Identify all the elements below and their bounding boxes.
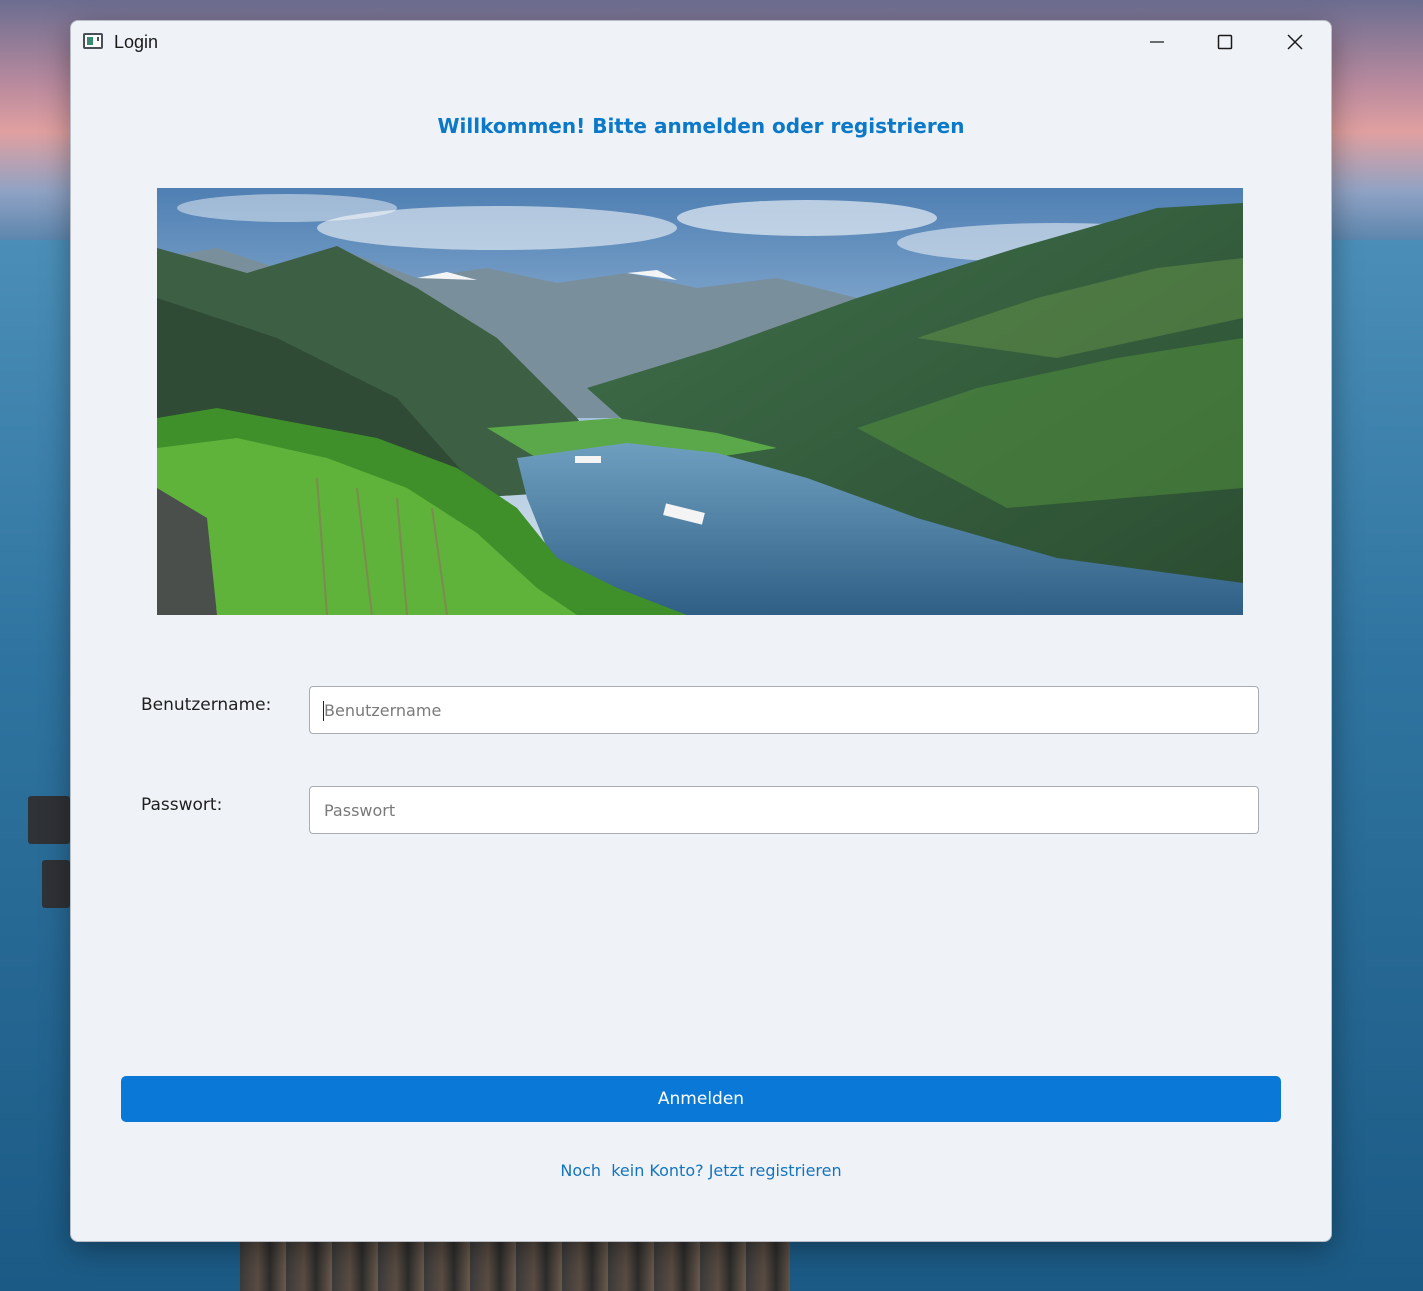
username-label: Benutzername: [141, 695, 272, 715]
password-input[interactable] [309, 786, 1259, 834]
minimize-button[interactable] [1123, 21, 1191, 63]
close-button[interactable] [1261, 21, 1329, 63]
maximize-icon [1217, 34, 1233, 50]
password-label: Passwort: [141, 795, 223, 815]
login-window: Login Willkommen! Bitte anmelden oder re… [70, 20, 1332, 1242]
desktop-wallpaper-post [42, 860, 70, 908]
maximize-button[interactable] [1191, 21, 1259, 63]
register-link[interactable]: Noch kein Konto? Jetzt registrieren [71, 1161, 1331, 1180]
login-button[interactable]: Anmelden [121, 1076, 1281, 1122]
username-input[interactable] [309, 686, 1259, 734]
window-title: Login [114, 32, 159, 52]
minimize-icon [1150, 41, 1164, 43]
close-icon [1287, 34, 1303, 50]
desktop-wallpaper-post [28, 796, 70, 844]
fjord-landscape-image [157, 188, 1243, 615]
text-caret [323, 701, 324, 721]
welcome-heading: Willkommen! Bitte anmelden oder registri… [437, 114, 965, 138]
window-app-icon [83, 33, 103, 49]
title-bar[interactable]: Login [71, 21, 1331, 65]
desktop-wallpaper-pier [240, 1238, 790, 1291]
